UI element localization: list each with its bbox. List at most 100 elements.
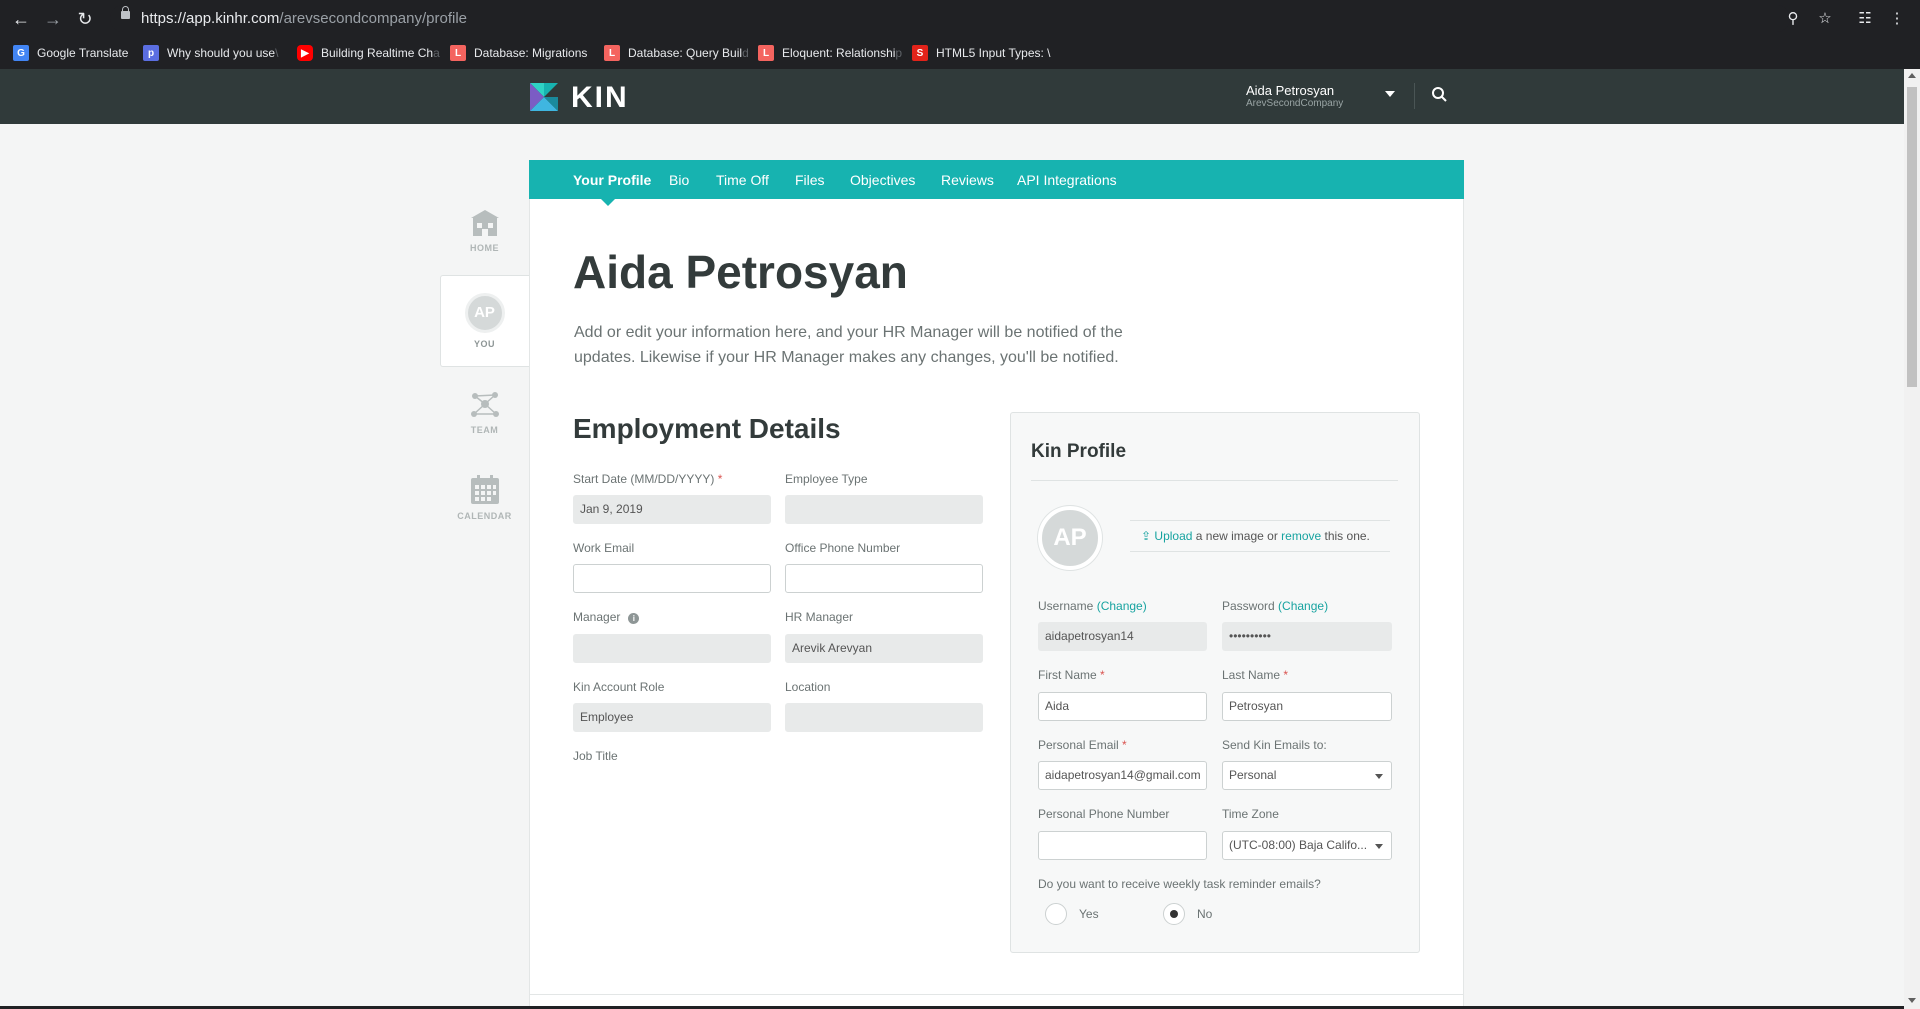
personal-email-label: Personal Email * bbox=[1038, 738, 1127, 752]
upload-icon[interactable]: ⇪ bbox=[1141, 529, 1151, 543]
office-phone-field[interactable] bbox=[785, 564, 983, 593]
rail-calendar[interactable]: CALENDAR bbox=[440, 474, 529, 521]
timezone-select[interactable]: (UTC-08:00) Baja Califo... bbox=[1222, 831, 1392, 860]
personal-phone-label: Personal Phone Number bbox=[1038, 807, 1170, 821]
timezone-label: Time Zone bbox=[1222, 807, 1279, 821]
divider bbox=[1031, 480, 1398, 481]
kin-logo-icon[interactable] bbox=[530, 83, 558, 111]
bookmark-html5-input-types[interactable]: S HTML5 Input Types: \ bbox=[912, 43, 1051, 63]
star-icon[interactable]: ☆ bbox=[1814, 8, 1836, 30]
avatar: AP bbox=[464, 293, 505, 333]
last-name-field[interactable]: Petrosyan bbox=[1222, 692, 1392, 721]
scroll-thumb[interactable] bbox=[1907, 87, 1917, 387]
remove-link[interactable]: remove bbox=[1281, 529, 1321, 543]
info-icon[interactable]: i bbox=[628, 613, 640, 624]
reminder-no-radio[interactable] bbox=[1163, 903, 1185, 925]
user-name[interactable]: Aida Petrosyan bbox=[1246, 83, 1334, 98]
user-company: ArevSecondCompany bbox=[1246, 98, 1344, 109]
tab-bio[interactable]: Bio bbox=[669, 172, 689, 188]
bookmark-database-query-builder[interactable]: L Database: Query Buil d bbox=[604, 43, 749, 63]
tab-time-off[interactable]: Time Off bbox=[716, 172, 769, 188]
reminder-yes-label: Yes bbox=[1079, 907, 1099, 921]
url-text[interactable]: https://app.kinhr.com/arevsecondcompany/… bbox=[141, 10, 467, 27]
address-bar-row: ← → ↻ https://app.kinhr.com/arevsecondco… bbox=[0, 0, 1920, 37]
menu-icon[interactable]: ⋮ bbox=[1886, 8, 1908, 30]
first-name-field[interactable]: Aida bbox=[1038, 692, 1207, 721]
lock-icon bbox=[121, 6, 130, 19]
work-email-label: Work Email bbox=[573, 541, 635, 555]
scroll-down-icon[interactable] bbox=[1908, 998, 1916, 1003]
rail-home-label: HOME bbox=[470, 243, 499, 253]
app-header: KIN Aida Petrosyan ArevSecondCompany bbox=[0, 69, 1904, 124]
work-email-field[interactable] bbox=[573, 564, 771, 593]
google-translate-icon: G bbox=[13, 45, 29, 61]
laravel-icon: L bbox=[758, 45, 774, 61]
tab-your-profile[interactable]: Your Profile bbox=[573, 172, 651, 188]
bookmark-google-translate[interactable]: G Google Translate bbox=[13, 43, 128, 63]
zoom-icon[interactable]: ⚲ bbox=[1782, 8, 1804, 30]
rail-team[interactable]: TEAM bbox=[440, 390, 529, 435]
username-field: aidapetrosyan14 bbox=[1038, 622, 1207, 651]
home-icon bbox=[470, 210, 499, 236]
first-name-label: First Name * bbox=[1038, 668, 1105, 682]
personal-email-field[interactable]: aidapetrosyan14@gmail.com bbox=[1038, 761, 1207, 790]
rail-team-label: TEAM bbox=[470, 425, 499, 435]
upload-text: a new image or bbox=[1192, 529, 1282, 543]
tab-objectives[interactable]: Objectives bbox=[850, 172, 915, 188]
tab-files[interactable]: Files bbox=[795, 172, 825, 188]
chevron-down-icon bbox=[1375, 844, 1383, 849]
last-name-label: Last Name * bbox=[1222, 668, 1289, 682]
brand-name[interactable]: KIN bbox=[571, 81, 629, 115]
chevron-down-icon[interactable] bbox=[1385, 91, 1395, 97]
calendar-icon bbox=[470, 475, 499, 504]
forward-icon[interactable]: → bbox=[42, 8, 64, 30]
location-field bbox=[785, 703, 983, 732]
rail-you[interactable]: AP YOU bbox=[440, 293, 529, 349]
tab-reviews[interactable]: Reviews bbox=[941, 172, 994, 188]
scroll-up-icon[interactable] bbox=[1908, 73, 1916, 78]
personal-phone-field[interactable] bbox=[1038, 831, 1207, 860]
username-label: Username (Change) bbox=[1038, 599, 1147, 613]
bookmark-why-should-you-use[interactable]: p Why should you use \ bbox=[143, 43, 278, 63]
rail-home[interactable]: HOME bbox=[440, 208, 529, 253]
kin-profile-title: Kin Profile bbox=[1031, 441, 1127, 462]
upload-end-text: this one. bbox=[1321, 529, 1370, 543]
rail-calendar-label: CALENDAR bbox=[457, 511, 512, 521]
search-icon[interactable] bbox=[1430, 85, 1450, 105]
profile-tabs: Your Profile Bio Time Off Files Objectiv… bbox=[529, 160, 1464, 199]
laravel-icon: L bbox=[604, 45, 620, 61]
team-network-icon bbox=[470, 392, 499, 417]
s-icon: S bbox=[912, 45, 928, 61]
hr-manager-field: Arevik Arevyan bbox=[785, 634, 983, 663]
rail-you-label: YOU bbox=[473, 339, 495, 349]
change-username-link[interactable]: (Change) bbox=[1097, 599, 1147, 613]
job-title-label: Job Title bbox=[573, 749, 618, 763]
extension-icon[interactable]: ☷ bbox=[1854, 8, 1876, 30]
password-label: Password (Change) bbox=[1222, 599, 1329, 613]
upload-image-row: ⇪ Upload a new image or remove this one. bbox=[1130, 520, 1390, 552]
laravel-icon: L bbox=[450, 45, 466, 61]
divider bbox=[530, 994, 1463, 995]
bookmark-eloquent-relationships[interactable]: L Eloquent: Relationshi p bbox=[758, 43, 902, 63]
active-tab-pointer bbox=[601, 199, 615, 206]
send-emails-select[interactable]: Personal bbox=[1222, 761, 1392, 790]
reminder-yes-radio[interactable] bbox=[1045, 903, 1067, 925]
account-role-field: Employee bbox=[573, 703, 771, 732]
start-date-label: Start Date (MM/DD/YYYY) * bbox=[573, 472, 723, 486]
reload-icon[interactable]: ↻ bbox=[74, 8, 96, 30]
bookmark-building-realtime[interactable]: ▶ Building Realtime Ch a bbox=[297, 43, 440, 63]
p-icon: p bbox=[143, 45, 159, 61]
password-field: •••••••••• bbox=[1222, 622, 1392, 651]
change-password-link[interactable]: (Change) bbox=[1278, 599, 1328, 613]
tab-api-integrations[interactable]: API Integrations bbox=[1017, 172, 1117, 188]
page-title: Aida Petrosyan bbox=[573, 246, 908, 298]
back-icon[interactable]: ← bbox=[10, 8, 32, 30]
manager-field bbox=[573, 634, 771, 663]
kin-profile-panel bbox=[1010, 412, 1420, 953]
start-date-field: Jan 9, 2019 bbox=[573, 495, 771, 524]
page-scrollbar[interactable] bbox=[1904, 69, 1920, 1009]
upload-link[interactable]: Upload bbox=[1154, 529, 1192, 543]
bookmark-database-migrations[interactable]: L Database: Migrations bbox=[450, 43, 587, 63]
reminder-question: Do you want to receive weekly task remin… bbox=[1038, 877, 1321, 891]
divider bbox=[1414, 83, 1415, 109]
